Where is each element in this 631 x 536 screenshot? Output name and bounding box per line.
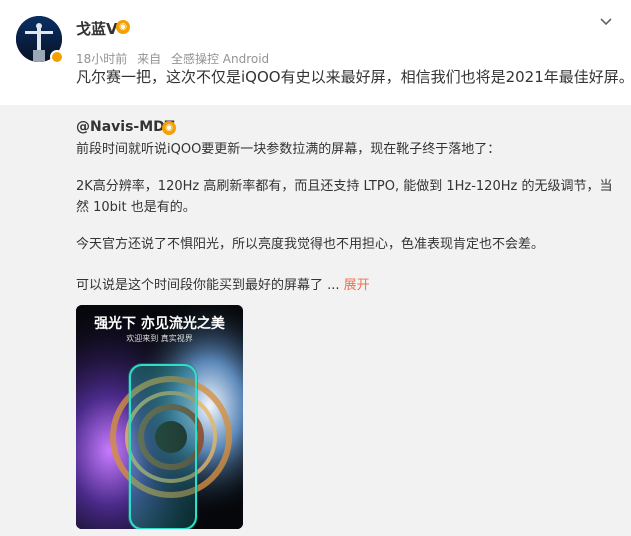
expand-link[interactable]: 展开 — [344, 278, 370, 293]
author-name[interactable]: 戈蓝V — [76, 18, 118, 39]
repost-image[interactable]: 强光下 亦见流光之美 欢迎来到 真实视界 — [76, 305, 243, 529]
vip-badge-icon: ◉ — [116, 20, 130, 34]
chevron-down-icon[interactable] — [599, 14, 613, 28]
source-prefix: 来自 — [137, 52, 162, 66]
post-meta: 18小时前 来自 全感操控 Android — [76, 50, 275, 67]
image-title: 强光下 亦见流光之美 — [94, 316, 225, 332]
repost-paragraph-2: 2K高分辨率，120Hz 高刷新率都有，而且还支持 LTPO, 能做到 1Hz-… — [76, 179, 613, 215]
post-time[interactable]: 18小时前 — [76, 52, 127, 66]
original-author-badge-icon: ◉ — [162, 121, 176, 135]
image-subtitle: 欢迎来到 真实视界 — [126, 334, 193, 343]
repost-paragraph-4: 可以说是这个时间段你能买到最好的屏幕了 ... 展开 — [76, 275, 616, 296]
post-header: 戈蓝V ◉ 18小时前 来自 全感操控 Android 凡尔赛一把，这次不仅是i… — [0, 0, 631, 105]
original-author[interactable]: @Navis-MDT — [76, 119, 174, 135]
repost-paragraph-1: 前段时间就听说iQOO要更新一块参数拉满的屏幕，现在靴子终于落地了： — [76, 142, 501, 157]
repost-paragraph-4-text: 可以说是这个时间段你能买到最好的屏幕了 ... — [76, 278, 340, 293]
repost-block[interactable]: @Navis-MDT ◉ 前段时间就听说iQOO要更新一块参数拉满的屏幕，现在靴… — [0, 105, 631, 536]
post-source: 全感操控 Android — [170, 52, 270, 66]
repost-paragraph-3: 今天官方还说了不惧阳光，所以亮度我觉得也不用担心，色准表现肯定也不会差。 — [76, 237, 545, 252]
verified-badge-icon — [50, 50, 64, 64]
post-text: 凡尔赛一把，这次不仅是iQOO有史以来最好屏，相信我们也将是2021年最佳好屏。 — [76, 66, 631, 87]
post-text-content: 凡尔赛一把，这次不仅是iQOO有史以来最好屏，相信我们也将是2021年最佳好屏。 — [76, 68, 631, 86]
